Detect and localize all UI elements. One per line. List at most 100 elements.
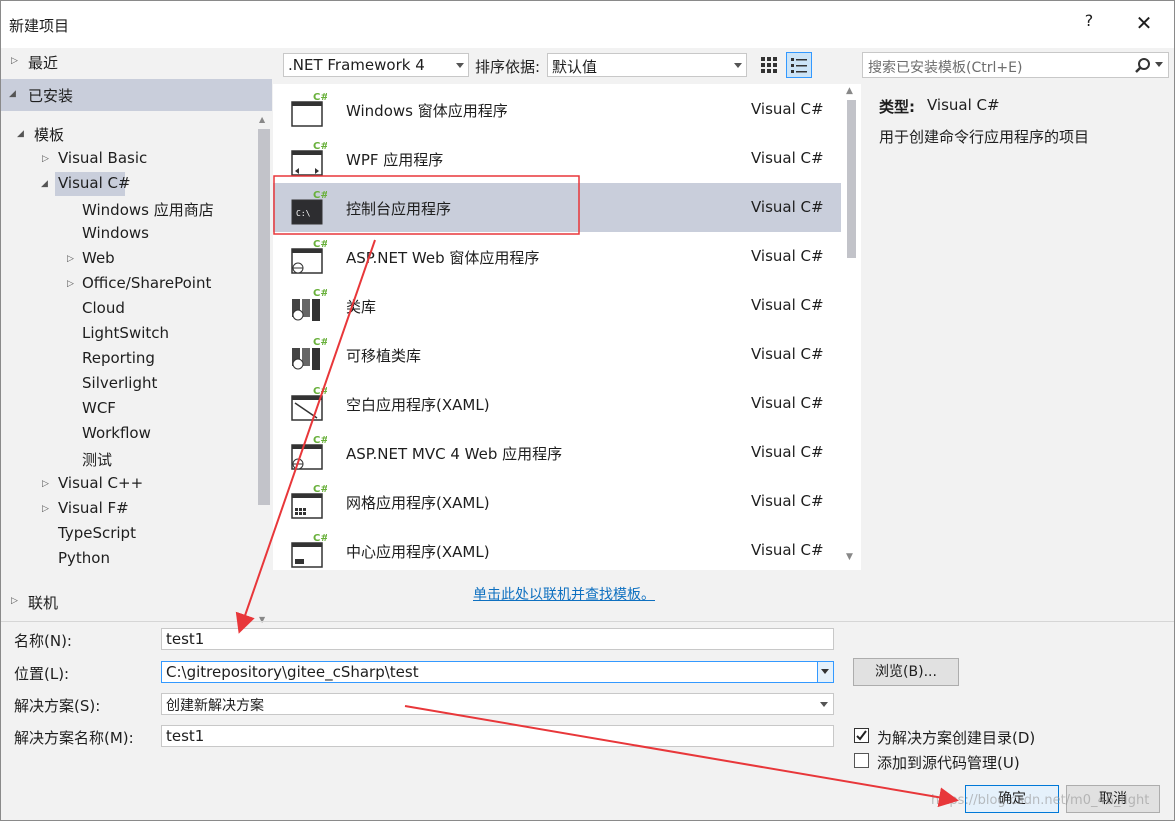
small-icons-view-button[interactable] <box>756 52 782 78</box>
template-name: ASP.NET Web 窗体应用程序 <box>346 249 540 267</box>
name-input[interactable]: test1 <box>161 628 834 650</box>
create-directory-checkbox[interactable] <box>854 728 869 743</box>
template-list-scrollbar-thumb[interactable] <box>847 100 856 258</box>
expand-arrow-icon[interactable]: ▷ <box>42 154 49 164</box>
tree-item-typescript[interactable]: TypeScript <box>58 524 136 542</box>
template-row[interactable]: C# 类库 Visual C# <box>273 281 841 330</box>
add-source-control-label[interactable]: 添加到源代码管理(U) <box>877 752 1020 773</box>
template-row[interactable]: C# Windows 窗体应用程序 Visual C# <box>273 85 841 134</box>
tree-item-windows[interactable]: Windows <box>82 224 149 242</box>
template-row[interactable]: C# 中心应用程序(XAML) Visual C# <box>273 526 841 570</box>
create-directory-label[interactable]: 为解决方案创建目录(D) <box>877 727 1035 748</box>
expand-arrow-icon[interactable]: ▷ <box>42 504 49 514</box>
tree-item-reporting[interactable]: Reporting <box>82 349 155 367</box>
tree-node-installed[interactable]: ◢ 已安装 <box>1 79 272 111</box>
template-row[interactable]: C# 网格应用程序(XAML) Visual C# <box>273 477 841 526</box>
tree-item-visual-cpp[interactable]: Visual C++ <box>58 474 143 492</box>
template-row[interactable]: C:\C# 控制台应用程序 Visual C# <box>273 183 841 232</box>
type-value: Visual C# <box>927 96 1000 114</box>
tree-item-web[interactable]: Web <box>82 249 115 267</box>
sort-select[interactable]: 默认值 <box>547 53 747 77</box>
scroll-up-icon[interactable]: ▲ <box>846 86 853 96</box>
hub-app-icon: C# <box>289 532 329 570</box>
expand-arrow-icon[interactable]: ▷ <box>11 56 18 66</box>
template-list-scrollbar[interactable]: ▲ ▼ <box>841 84 861 570</box>
template-name: 类库 <box>346 298 377 316</box>
template-row[interactable]: C# ASP.NET Web 窗体应用程序 Visual C# <box>273 232 841 281</box>
template-language: Visual C# <box>751 296 824 314</box>
location-label: 位置(L): <box>14 665 70 683</box>
svg-text:C#: C# <box>313 190 327 201</box>
portable-library-icon: C# <box>289 336 329 374</box>
expand-arrow-icon[interactable]: ▷ <box>67 254 74 264</box>
tree-item-office-sharepoint[interactable]: Office/SharePoint <box>82 274 211 292</box>
add-source-control-checkbox[interactable] <box>854 753 869 768</box>
scroll-up-icon[interactable]: ▲ <box>259 115 265 124</box>
help-button[interactable]: ? <box>1079 11 1099 35</box>
type-label: 类型: <box>879 98 915 116</box>
list-view-button[interactable] <box>786 52 812 78</box>
sort-select-value: 默认值 <box>552 58 598 76</box>
tree-item-windows-store[interactable]: Windows 应用商店 <box>82 199 214 220</box>
template-description: 用于创建命令行应用程序的项目 <box>879 128 1090 146</box>
solution-label: 解决方案(S): <box>14 697 101 715</box>
grid-view-icon <box>761 57 777 73</box>
online-templates-link[interactable]: 单击此处以联机并查找模板。 <box>473 584 655 604</box>
collapse-arrow-icon[interactable]: ◢ <box>41 179 48 189</box>
collapse-arrow-icon[interactable]: ◢ <box>9 89 16 99</box>
tree-item-cloud[interactable]: Cloud <box>82 299 125 317</box>
template-name: 中心应用程序(XAML) <box>346 543 490 561</box>
search-icon[interactable] <box>1134 57 1152 75</box>
tree-item-python[interactable]: Python <box>58 549 110 567</box>
expand-arrow-icon[interactable]: ▷ <box>11 596 18 606</box>
solution-name-label: 解决方案名称(M): <box>14 729 134 747</box>
checkmark-icon <box>856 730 867 741</box>
svg-text:C#: C# <box>313 141 327 152</box>
scroll-down-icon[interactable]: ▼ <box>259 615 265 624</box>
windows-form-icon: C# <box>289 91 329 129</box>
template-row[interactable]: C# 可移植类库 Visual C# <box>273 330 841 379</box>
svg-text:C:\: C:\ <box>296 209 311 218</box>
template-name: 空白应用程序(XAML) <box>346 396 490 414</box>
aspnet-web-icon: C# <box>289 238 329 276</box>
template-language: Visual C# <box>751 100 824 118</box>
template-row[interactable]: C# 空白应用程序(XAML) Visual C# <box>273 379 841 428</box>
tree-item-visual-csharp[interactable]: Visual C# <box>55 172 131 196</box>
template-name: ASP.NET MVC 4 Web 应用程序 <box>346 445 563 463</box>
tree-scrollbar-thumb[interactable] <box>258 129 270 505</box>
browse-button[interactable]: 浏览(B)... <box>853 658 959 686</box>
tree-item-visual-fsharp[interactable]: Visual F# <box>58 499 129 517</box>
template-row[interactable]: C# ASP.NET MVC 4 Web 应用程序 Visual C# <box>273 428 841 477</box>
tree-node-recent[interactable]: ▷ 最近 <box>1 48 272 76</box>
scroll-down-icon[interactable]: ▼ <box>846 552 853 562</box>
template-name: 网格应用程序(XAML) <box>346 494 490 512</box>
template-search-box[interactable]: 搜索已安装模板(Ctrl+E) <box>862 52 1169 78</box>
framework-select[interactable]: .NET Framework 4 <box>283 53 469 77</box>
tree-label-online: 联机 <box>28 594 59 612</box>
class-library-icon: C# <box>289 287 329 325</box>
tree-item-visual-basic[interactable]: Visual Basic <box>58 149 147 167</box>
tree-label-templates: 模板 <box>34 126 65 144</box>
solution-name-input[interactable]: test1 <box>161 725 834 747</box>
tree-item-lightswitch[interactable]: LightSwitch <box>82 324 169 342</box>
tree-item-wcf[interactable]: WCF <box>82 399 116 417</box>
location-input[interactable]: C:\gitrepository\gitee_cSharp\test <box>166 663 419 681</box>
tree-scrollbar[interactable]: ▲ ▼ <box>257 115 271 630</box>
tree-item-test[interactable]: 测试 <box>82 449 112 470</box>
solution-select[interactable]: 创建新解决方案 <box>161 693 834 715</box>
collapse-arrow-icon[interactable]: ◢ <box>17 129 24 139</box>
expand-arrow-icon[interactable]: ▷ <box>42 479 49 489</box>
chevron-down-icon[interactable] <box>1155 62 1163 67</box>
tree-label-recent: 最近 <box>28 54 59 72</box>
grid-app-icon: C# <box>289 483 329 521</box>
tree-item-workflow[interactable]: Workflow <box>82 424 151 442</box>
tree-item-silverlight[interactable]: Silverlight <box>82 374 157 392</box>
location-dropdown-button[interactable] <box>817 662 833 682</box>
template-tree: ▷ 最近 ◢ 已安装 ◢ 模板 ▷ Visual Basic ◢ Visual … <box>1 48 272 630</box>
template-row[interactable]: C# WPF 应用程序 Visual C# <box>273 134 841 183</box>
search-input[interactable]: 搜索已安装模板(Ctrl+E) <box>868 57 1022 77</box>
close-button[interactable]: ✕ <box>1132 11 1156 35</box>
location-combobox[interactable]: C:\gitrepository\gitee_cSharp\test <box>161 661 834 683</box>
template-language: Visual C# <box>751 541 824 559</box>
expand-arrow-icon[interactable]: ▷ <box>67 279 74 289</box>
